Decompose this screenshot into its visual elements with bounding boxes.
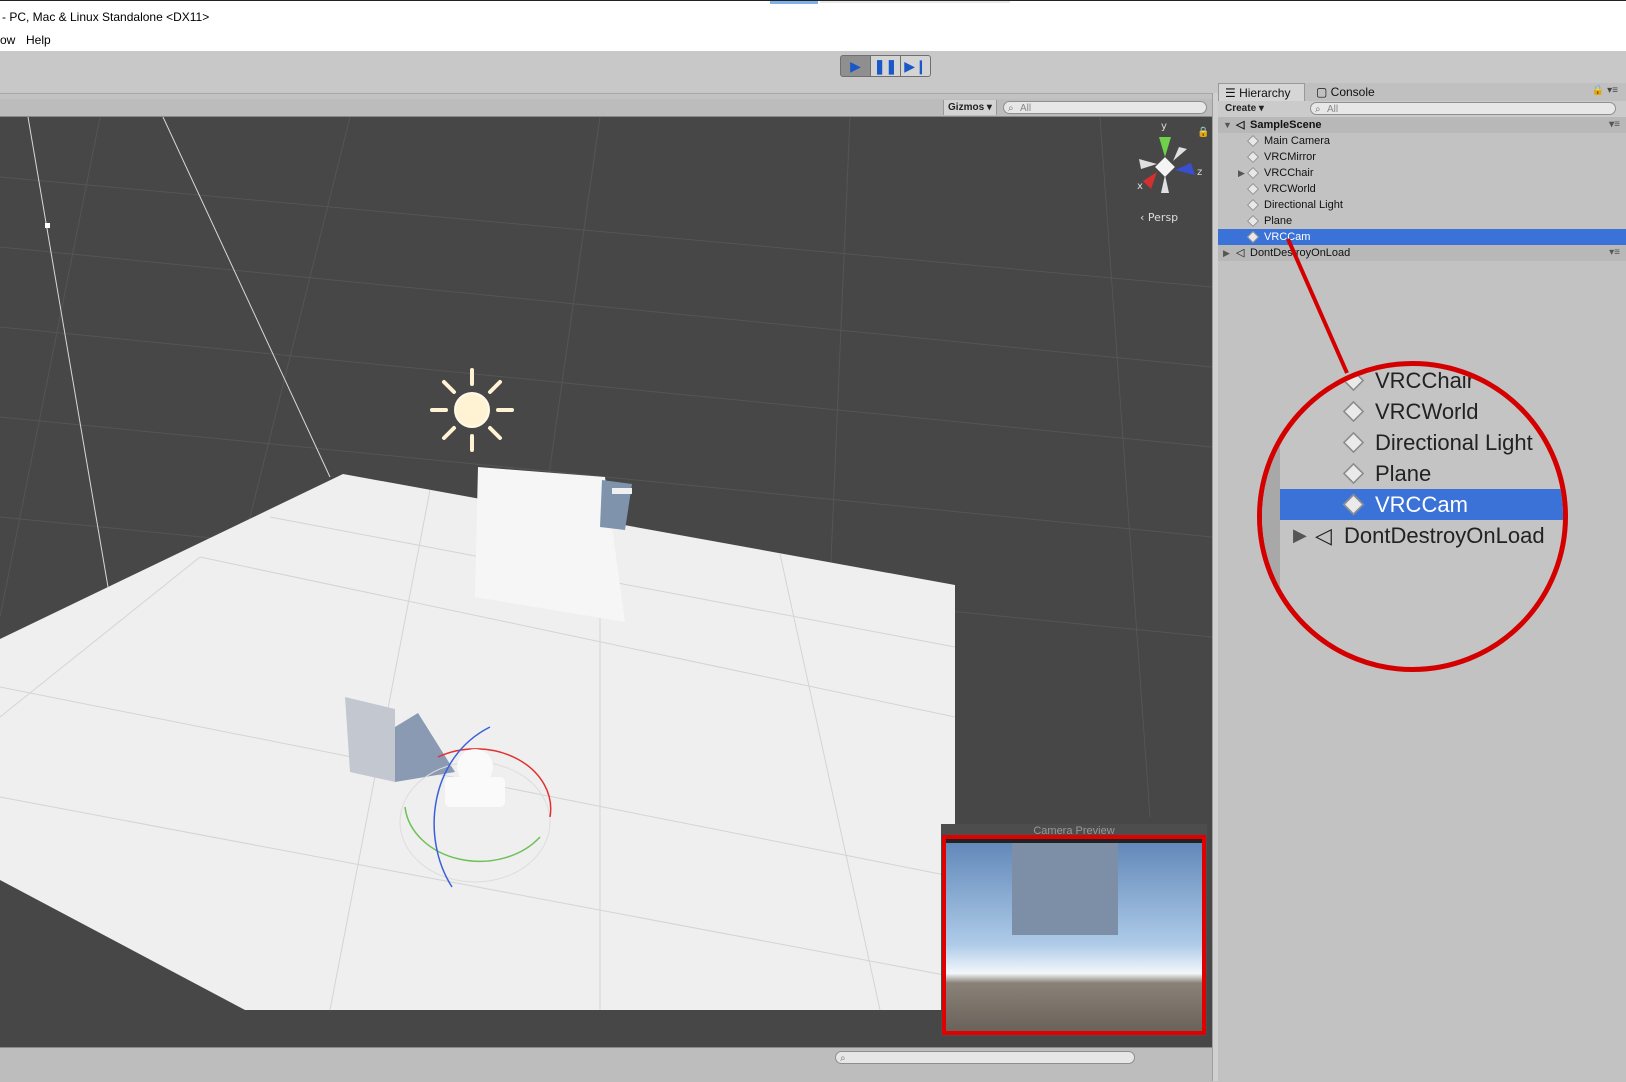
camera-icon-body [445, 777, 505, 807]
hierarchy-toolbar: Create ▾ ⌕ All [1218, 101, 1626, 118]
gameobject-icon [1246, 150, 1260, 164]
callout-item-label: Plane [1375, 461, 1432, 486]
gizmos-dropdown[interactable]: Gizmos ▾ [943, 100, 997, 115]
hierarchy-item-label: Directional Light [1264, 199, 1343, 211]
gameobject-icon [1342, 462, 1365, 485]
console-icon: ▢ [1316, 85, 1331, 99]
hierarchy-search-placeholder: All [1327, 104, 1339, 115]
expand-icon: ▶ [1293, 525, 1307, 545]
tab-hierarchy-label: Hierarchy [1239, 86, 1291, 100]
hierarchy-item-label: VRCWorld [1264, 183, 1316, 195]
scene-name: SampleScene [1250, 119, 1322, 131]
hierarchy-list-icon: ☰ [1225, 86, 1240, 100]
scene-search-placeholder: All [1020, 103, 1032, 114]
callout-item-label: Directional Light [1375, 430, 1533, 455]
callout-pointer [1286, 238, 1349, 374]
menu-bar: ow Help [0, 32, 1626, 52]
hierarchy-item-vrcchair[interactable]: ▶ VRCChair [1218, 165, 1626, 181]
frustum-line-left [27, 117, 109, 588]
axis-y-label: y [1161, 121, 1167, 132]
hierarchy-item-label: VRCMirror [1264, 151, 1316, 163]
bottom-panel-header: ⌕ [0, 1047, 1212, 1082]
camera-preview-frame [942, 835, 1206, 1035]
pause-button[interactable]: ❚❚ [870, 55, 901, 77]
create-button[interactable]: Create ▾ [1221, 102, 1271, 115]
gameobject-icon [1246, 134, 1260, 148]
scene-toolbar: Gizmos ▾ ⌕ All [0, 99, 1212, 117]
callout-item-directional-light: Directional Light [1262, 427, 1563, 458]
unity-scene-icon: ◁ [1236, 247, 1245, 259]
menu-help[interactable]: Help [26, 33, 51, 47]
title-bar-accent [770, 1, 818, 4]
callout-dontdestroy-label: DontDestroyOnLoad [1344, 523, 1545, 548]
expand-icon[interactable]: ▶ [1223, 245, 1230, 261]
hierarchy-item-directional-light[interactable]: Directional Light [1218, 197, 1626, 213]
scene-search-input[interactable]: ⌕ All [1003, 101, 1207, 114]
tab-hierarchy[interactable]: ☰ Hierarchy [1218, 83, 1305, 101]
orientation-gizmo [1139, 137, 1195, 193]
callout-item-label: VRCCam [1375, 492, 1468, 517]
gizmos-label: Gizmos [948, 102, 985, 113]
hierarchy-item-label: Main Camera [1264, 135, 1331, 147]
scene-menu-icon[interactable]: ▾≡ [1609, 117, 1620, 133]
menu-window[interactable]: ow [0, 33, 15, 47]
hierarchy-item-plane[interactable]: Plane [1218, 213, 1626, 229]
hierarchy-item-vrcworld[interactable]: VRCWorld [1218, 181, 1626, 197]
scene-menu-icon[interactable]: ▾≡ [1609, 245, 1620, 261]
expand-icon[interactable]: ▶ [1238, 165, 1245, 181]
gameobject-icon [1246, 214, 1260, 228]
gameobject-icon [1246, 166, 1260, 180]
search-icon: ⌕ [840, 1053, 846, 1064]
search-icon: ⌕ [1315, 104, 1321, 115]
gameobject-icon [1342, 493, 1365, 516]
hierarchy-tab-bar: ☰ Hierarchy ▢ Console 🔒 ▾≡ [1218, 83, 1626, 102]
camera-preview: Camera Preview [941, 824, 1207, 1036]
vrcworld-block-side [600, 480, 632, 530]
callout-item-vrcworld: VRCWorld [1262, 396, 1563, 427]
gameobject-icon [1246, 198, 1260, 212]
gameobject-icon [1342, 431, 1365, 454]
panel-menu-icon[interactable]: 🔒 ▾≡ [1592, 85, 1618, 96]
step-button[interactable]: ▶❙ [900, 55, 931, 77]
frustum-handle [45, 223, 50, 228]
title-bar-accent-light [820, 1, 1010, 3]
hierarchy-search-input[interactable]: ⌕ All [1310, 102, 1616, 115]
zoom-callout: VRCChair VRCWorld Directional Light Plan… [1257, 361, 1568, 672]
gameobject-icon [1342, 369, 1365, 392]
axis-x-label: x [1137, 181, 1143, 192]
callout-item-vrcchair: VRCChair [1262, 366, 1563, 396]
lock-icon: 🔒 [1197, 126, 1209, 138]
gameobject-icon [1246, 182, 1260, 196]
callout-item-dontdestroy: ▶ ◁ DontDestroyOnLoad [1262, 520, 1563, 551]
callout-item-vrccam: VRCCam [1280, 489, 1563, 520]
directional-light-icon [430, 368, 514, 452]
play-button[interactable]: ▶ [840, 55, 871, 77]
callout-item-label: VRCWorld [1375, 399, 1479, 424]
gameobject-icon [1246, 230, 1260, 244]
unity-scene-icon: ◁ [1236, 119, 1245, 131]
collapse-icon[interactable]: ▼ [1223, 117, 1232, 133]
hierarchy-item-main-camera[interactable]: Main Camera [1218, 133, 1626, 149]
hierarchy-item-vrcmirror[interactable]: VRCMirror [1218, 149, 1626, 165]
camera-preview-image [946, 839, 1202, 1031]
window-title-bar: - PC, Mac & Linux Standalone <DX11> [0, 0, 1626, 33]
unity-scene-icon: ◁ [1315, 523, 1332, 548]
vrcmirror-panel [345, 697, 395, 782]
window-title: - PC, Mac & Linux Standalone <DX11> [2, 10, 210, 24]
hierarchy-item-label: Plane [1264, 215, 1293, 227]
search-icon: ⌕ [1008, 103, 1014, 114]
axis-z-label: z [1197, 167, 1202, 178]
tab-console[interactable]: ▢ Console [1310, 83, 1390, 101]
hierarchy-item-label: VRCChair [1264, 167, 1314, 179]
scene-root-row[interactable]: ▼ ◁ SampleScene ▾≡ [1218, 117, 1626, 133]
callout-item-plane: Plane [1262, 458, 1563, 489]
callout-item-label: VRCChair [1375, 368, 1475, 393]
persp-label: ‹ Persp [1140, 211, 1178, 224]
gameobject-icon [1342, 400, 1365, 423]
tab-console-label: Console [1330, 85, 1375, 99]
create-label: Create [1225, 103, 1257, 114]
bottom-search-input[interactable]: ⌕ [835, 1051, 1135, 1064]
